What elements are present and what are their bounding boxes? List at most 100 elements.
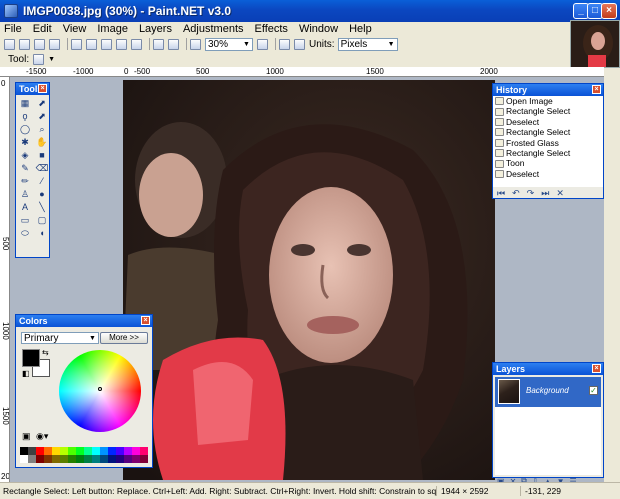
palette-swatch[interactable] [68,447,76,455]
palette-swatch[interactable] [36,455,44,463]
lasso-select-icon[interactable]: ϙ [18,110,32,122]
history-item[interactable]: Deselect [493,117,603,127]
redo-icon[interactable]: ↷ [527,188,535,199]
menu-file[interactable]: File [4,23,22,35]
palette-swatch[interactable] [20,455,28,463]
rewind-icon[interactable]: ⏮ [497,188,505,199]
eraser-icon[interactable]: ⌫ [35,162,49,174]
menu-edit[interactable]: Edit [33,23,52,35]
grid-icon[interactable] [279,38,290,50]
image-thumbnail[interactable] [570,20,620,68]
reset-colors-icon[interactable]: ◧ [22,369,30,378]
rounded-rectangle-icon[interactable]: ▢ [35,214,49,226]
color-wheel-selector[interactable] [98,387,102,391]
copy-icon[interactable] [86,38,97,50]
move-icon[interactable]: ⬈ [35,110,49,122]
palette-swatch[interactable] [84,455,92,463]
history-window-caption[interactable]: History × [493,84,603,96]
color-picker-icon[interactable]: ⁄ [35,175,49,187]
menu-help[interactable]: Help [349,23,372,35]
zoom-icon[interactable]: ⌕ [35,123,49,135]
palette-swatch[interactable] [20,447,28,455]
clear-history-icon[interactable]: ✕ [556,188,564,199]
menu-view[interactable]: View [63,23,87,35]
primary-color-swatch[interactable] [22,349,40,367]
text-icon[interactable]: A [18,201,32,213]
ellipse-icon[interactable]: ⬭ [18,227,32,239]
print-icon[interactable] [49,38,60,50]
menu-effects[interactable]: Effects [255,23,288,35]
zoom-out-icon[interactable] [190,38,201,50]
line-icon[interactable]: ╲ [35,201,49,213]
menu-layers[interactable]: Layers [139,23,172,35]
palette-swatch[interactable] [52,455,60,463]
palette-swatch[interactable] [116,447,124,455]
chevron-down-icon[interactable]: ▼ [48,56,55,63]
palette-swatch[interactable] [28,455,36,463]
palette-swatch[interactable] [140,455,148,463]
tools-window-caption[interactable]: Tools × [16,83,49,95]
recolor-icon[interactable]: ● [35,188,49,200]
palette-swatch[interactable] [44,455,52,463]
menu-window[interactable]: Window [299,23,338,35]
magic-wand-icon[interactable]: ✱ [18,136,32,148]
palette-swatch[interactable] [52,447,60,455]
palette-swatch[interactable] [68,455,76,463]
paste-icon[interactable] [101,38,112,50]
zoom-in-icon[interactable] [257,38,268,50]
palette-swatch[interactable] [28,447,36,455]
history-item[interactable]: Rectangle Select [493,148,603,158]
palette-swatch[interactable] [92,455,100,463]
history-item[interactable]: Open Image [493,96,603,106]
palette-swatch[interactable] [84,447,92,455]
more-button[interactable]: More >> [100,332,148,344]
crop-icon[interactable] [116,38,127,50]
history-item[interactable]: Toon [493,158,603,168]
history-item[interactable]: Frosted Glass [493,138,603,148]
history-item[interactable]: Rectangle Select [493,127,603,137]
ellipse-select-icon[interactable]: ◯ [18,123,32,135]
layers-window-caption[interactable]: Layers × [493,363,603,375]
deselect-icon[interactable] [131,38,142,50]
close-icon[interactable]: × [141,316,150,325]
gradient-icon[interactable]: ■ [35,149,49,161]
image-canvas[interactable] [123,80,495,480]
clone-stamp-icon[interactable]: ♙ [18,188,32,200]
palette-swatch[interactable] [76,447,84,455]
zoom-combo[interactable]: 30% ▼ [205,37,253,51]
new-file-icon[interactable] [4,38,15,50]
paintbrush-icon[interactable]: ✎ [18,162,32,174]
palette-options-icon[interactable]: ◉▾ [36,431,48,442]
paint-bucket-icon[interactable]: ◈ [18,149,32,161]
palette-swatch[interactable] [108,447,116,455]
history-item[interactable]: Rectangle Select [493,106,603,116]
palette-swatch[interactable] [100,455,108,463]
pencil-icon[interactable]: ✏ [18,175,32,187]
color-mode-select[interactable]: Primary ▼ [21,332,99,344]
palette-swatch[interactable] [60,455,68,463]
palette-swatch[interactable] [44,447,52,455]
rulers-icon[interactable] [294,38,305,50]
colors-window-caption[interactable]: Colors × [16,315,152,327]
palette-swatch[interactable] [100,447,108,455]
palette-swatch[interactable] [92,447,100,455]
rectangle-select-icon[interactable] [33,53,45,65]
menu-adjustments[interactable]: Adjustments [183,23,244,35]
palette-swatch[interactable] [132,447,140,455]
close-icon[interactable]: × [592,364,601,373]
palette-swatch[interactable] [124,455,132,463]
close-button[interactable]: × [601,3,617,19]
rectangle-icon[interactable]: ▭ [18,214,32,226]
layer-visibility-checkbox[interactable]: ✓ [589,386,598,395]
cut-icon[interactable] [71,38,82,50]
units-combo[interactable]: Pixels ▼ [337,37,398,51]
menu-image[interactable]: Image [97,23,128,35]
palette-swatch[interactable] [116,455,124,463]
rectangle-select-icon[interactable]: ▦ [18,97,32,109]
swap-colors-icon[interactable]: ⇆ [42,348,49,357]
close-icon[interactable]: × [592,85,601,94]
close-icon[interactable]: × [38,84,47,93]
palette-swatch[interactable] [60,447,68,455]
palette-swatch[interactable] [36,447,44,455]
palette-swatch[interactable] [140,447,148,455]
